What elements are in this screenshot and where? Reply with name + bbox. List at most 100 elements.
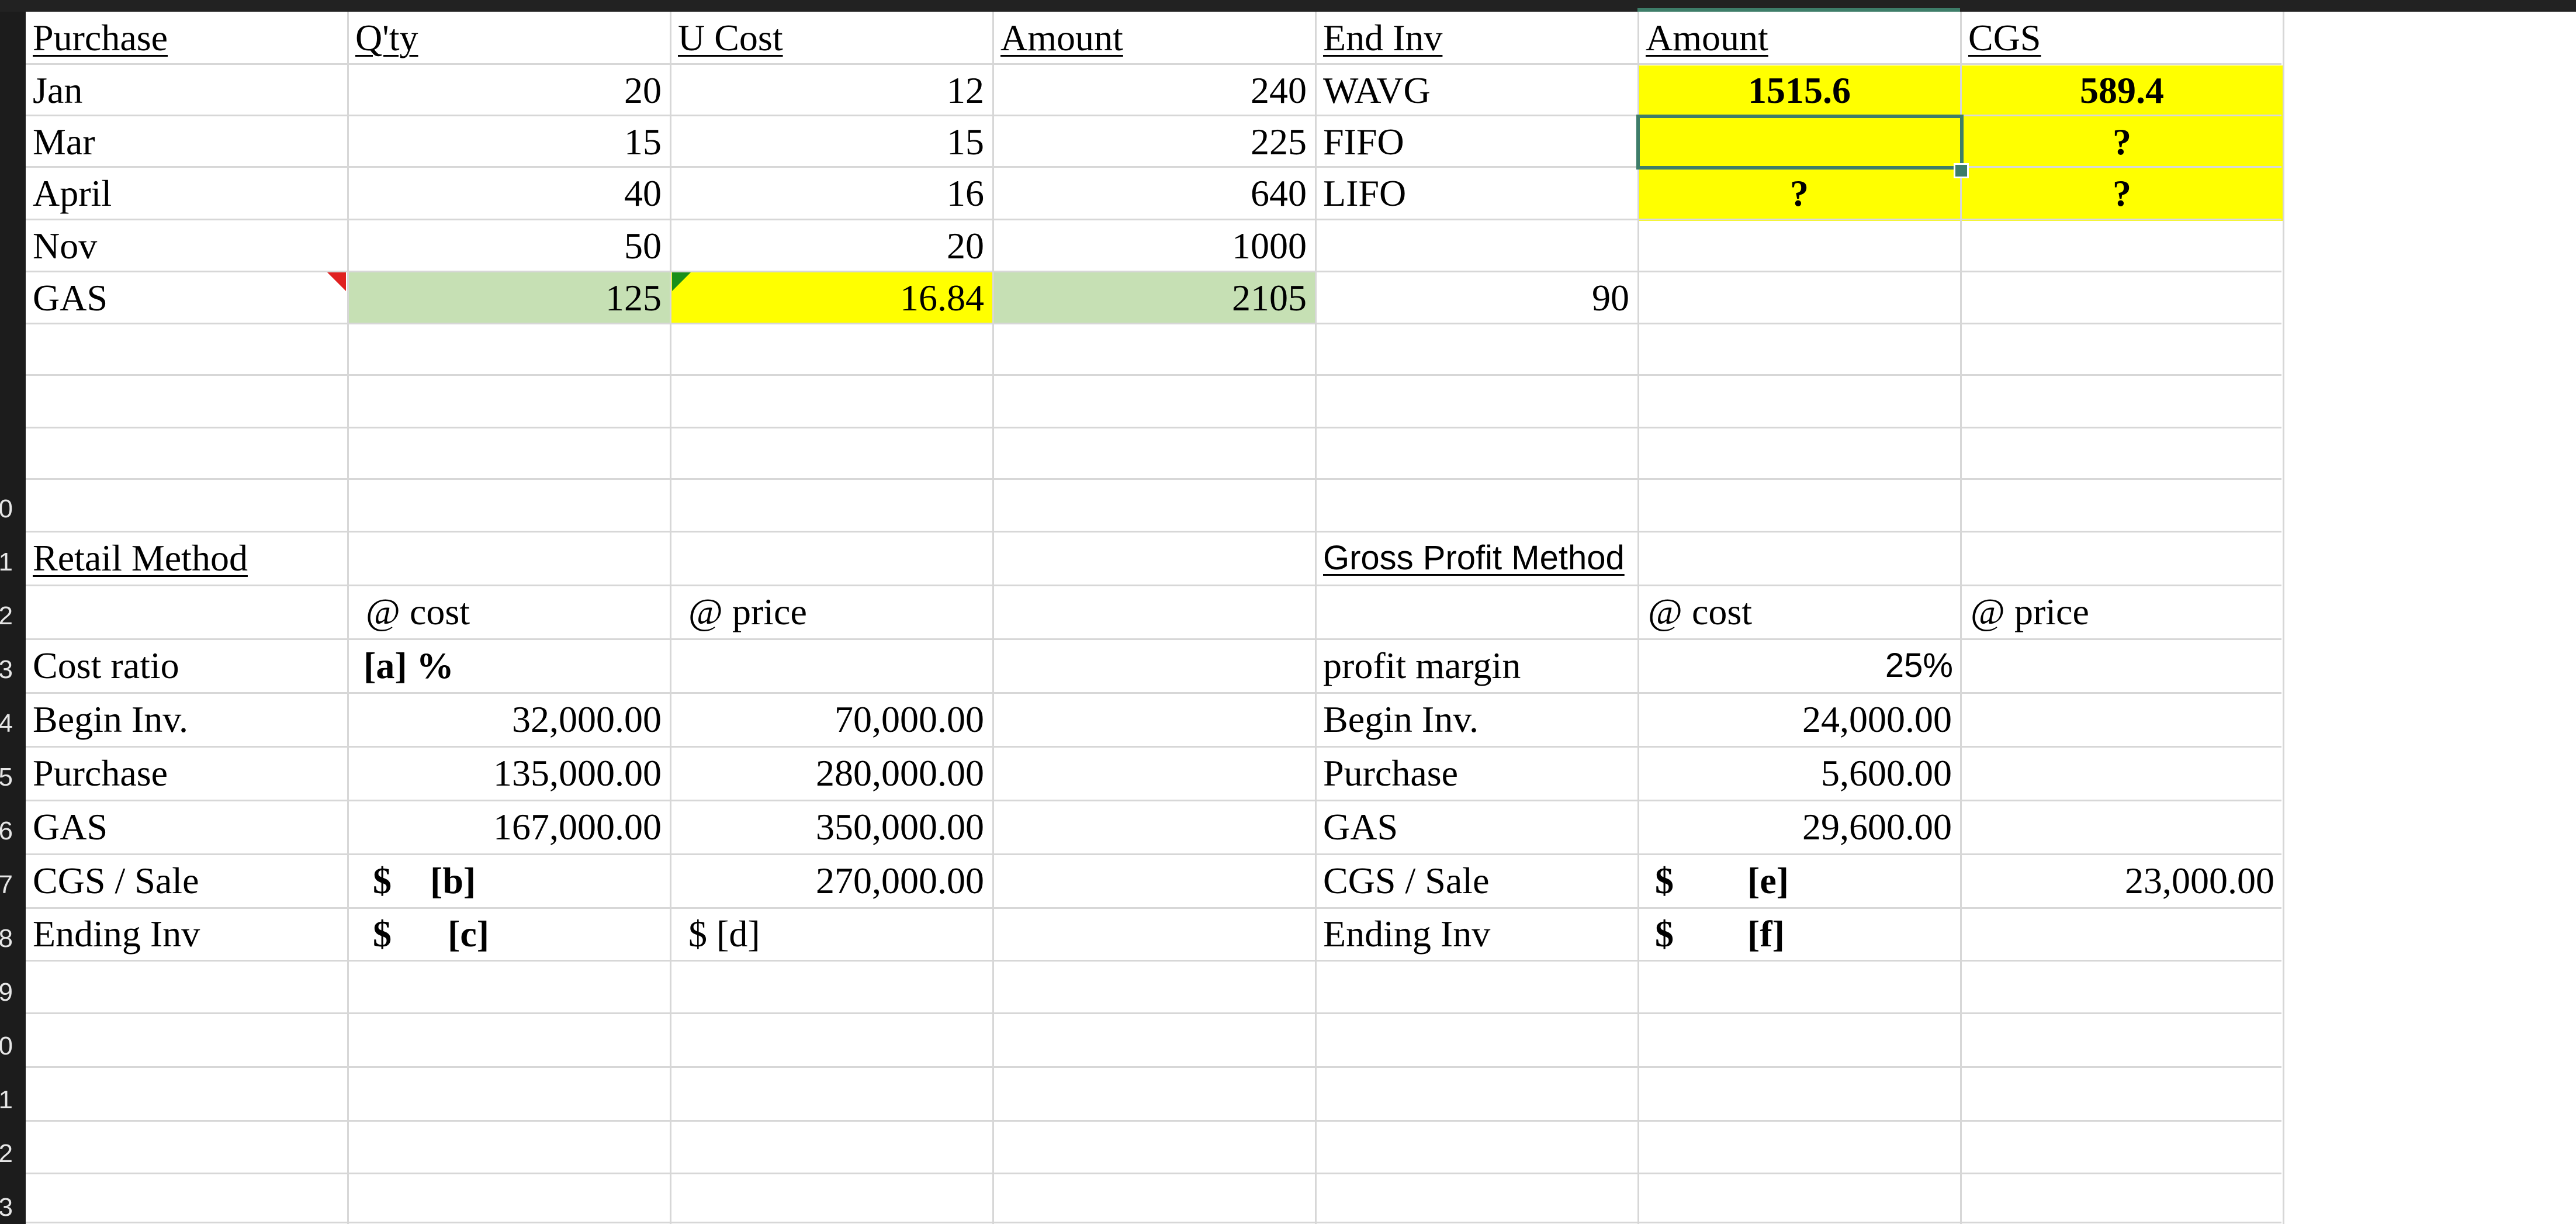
error-indicator-icon bbox=[672, 272, 691, 291]
retail-cgs-cost[interactable]: $ [b] bbox=[348, 856, 670, 906]
retail-ending-inv-price[interactable]: $ [d] bbox=[671, 909, 992, 959]
comment-indicator-icon bbox=[327, 272, 346, 291]
method-label-lifo[interactable]: LIFO bbox=[1316, 168, 1637, 219]
header-u-cost[interactable]: U Cost bbox=[671, 13, 992, 63]
gp-cgs-price[interactable]: 23,000.00 bbox=[1961, 856, 2283, 906]
qty-april[interactable]: 40 bbox=[348, 168, 670, 219]
gp-profit-margin[interactable]: 25% bbox=[1639, 641, 1960, 691]
retail-begin-inv-cost[interactable]: 32,000.00 bbox=[348, 694, 670, 745]
header-qty[interactable]: Q'ty bbox=[348, 13, 670, 63]
retail-method-title[interactable]: Retail Method bbox=[26, 533, 347, 583]
dollar-sign: $ bbox=[1655, 913, 1674, 955]
lifo-cgs[interactable]: ? bbox=[1961, 168, 2283, 219]
row-header-20[interactable]: 0 bbox=[0, 1019, 13, 1073]
purchase-label-gas[interactable]: GAS bbox=[26, 273, 347, 323]
column-header-bar bbox=[0, 0, 2576, 12]
purchase-label-nov[interactable]: Nov bbox=[26, 221, 347, 271]
amount-mar[interactable]: 225 bbox=[993, 117, 1315, 167]
dollar-sign: $ bbox=[373, 860, 392, 901]
fill-handle[interactable] bbox=[1954, 163, 1969, 178]
retail-cost-header[interactable]: @ cost bbox=[348, 587, 670, 637]
fifo-cgs[interactable]: ? bbox=[1961, 117, 2283, 167]
row-header-11[interactable]: 1 bbox=[0, 535, 13, 589]
gp-label-begin-inv[interactable]: Begin Inv. bbox=[1316, 694, 1637, 745]
retail-price-header[interactable]: @ price bbox=[671, 587, 992, 637]
retail-label-purchase[interactable]: Purchase bbox=[26, 748, 347, 798]
row-header-15[interactable]: 5 bbox=[0, 751, 13, 804]
row-header-21[interactable]: 1 bbox=[0, 1073, 13, 1127]
gp-label-ending-inv[interactable]: Ending Inv bbox=[1316, 909, 1637, 959]
gp-gas-cost[interactable]: 29,600.00 bbox=[1639, 802, 1960, 852]
method-label-wavg[interactable]: WAVG bbox=[1316, 65, 1637, 116]
retail-gas-cost[interactable]: 167,000.00 bbox=[348, 802, 670, 852]
row-header-10[interactable]: 0 bbox=[0, 482, 13, 536]
retail-cgs-price[interactable]: 270,000.00 bbox=[671, 856, 992, 906]
gp-cgs-cost[interactable]: $ [e] bbox=[1639, 856, 1960, 906]
lifo-amount[interactable]: ? bbox=[1639, 168, 1960, 219]
retail-purchase-cost[interactable]: 135,000.00 bbox=[348, 748, 670, 798]
row-header-19[interactable]: 9 bbox=[0, 966, 13, 1019]
active-cell-selection[interactable] bbox=[1636, 115, 1964, 170]
retail-ending-inv-cost[interactable]: $ [c] bbox=[348, 909, 670, 959]
ucost-gas[interactable]: 16.84 bbox=[671, 273, 992, 323]
header-amount[interactable]: Amount bbox=[993, 13, 1315, 63]
retail-label-gas[interactable]: GAS bbox=[26, 802, 347, 852]
ucost-mar[interactable]: 15 bbox=[671, 117, 992, 167]
placeholder-b: [b] bbox=[430, 860, 476, 901]
qty-nov[interactable]: 50 bbox=[348, 221, 670, 271]
end-inv-qty[interactable]: 90 bbox=[1316, 273, 1637, 323]
amount-april[interactable]: 640 bbox=[993, 168, 1315, 219]
row-header-23[interactable]: 3 bbox=[0, 1181, 13, 1224]
gp-purchase-cost[interactable]: 5,600.00 bbox=[1639, 748, 1960, 798]
dollar-sign: $ bbox=[373, 913, 392, 955]
retail-cost-ratio[interactable]: [a] % bbox=[348, 641, 670, 691]
placeholder-f: [f] bbox=[1747, 913, 1785, 955]
row-header-22[interactable]: 2 bbox=[0, 1127, 13, 1181]
retail-label-ending-inv[interactable]: Ending Inv bbox=[26, 909, 347, 959]
retail-label-cost-ratio[interactable]: Cost ratio bbox=[26, 641, 347, 691]
amount-nov[interactable]: 1000 bbox=[993, 221, 1315, 271]
qty-mar[interactable]: 15 bbox=[348, 117, 670, 167]
purchase-label-mar[interactable]: Mar bbox=[26, 117, 347, 167]
retail-gas-price[interactable]: 350,000.00 bbox=[671, 802, 992, 852]
wavg-cgs[interactable]: 589.4 bbox=[1961, 65, 2283, 116]
ucost-jan[interactable]: 12 bbox=[671, 65, 992, 116]
row-header-12[interactable]: 2 bbox=[0, 589, 13, 643]
wavg-amount[interactable]: 1515.6 bbox=[1639, 65, 1960, 116]
gp-label-gas[interactable]: GAS bbox=[1316, 802, 1637, 852]
gp-label-profit-margin[interactable]: profit margin bbox=[1316, 641, 1637, 691]
row-headers[interactable]: 0 1 2 3 4 5 6 7 8 9 0 1 2 3 bbox=[0, 12, 26, 1224]
header-end-inv[interactable]: End Inv bbox=[1316, 13, 1637, 63]
gp-cost-header[interactable]: @ cost bbox=[1639, 587, 1960, 637]
qty-jan[interactable]: 20 bbox=[348, 65, 670, 116]
header-amount-2[interactable]: Amount bbox=[1639, 13, 1960, 63]
amount-jan[interactable]: 240 bbox=[993, 65, 1315, 116]
row-header-18[interactable]: 8 bbox=[0, 912, 13, 966]
method-label-fifo[interactable]: FIFO bbox=[1316, 117, 1637, 167]
header-cgs[interactable]: CGS bbox=[1961, 13, 2283, 63]
spreadsheet-grid[interactable]: Purchase Q'ty U Cost Amount End Inv Amou… bbox=[26, 12, 2576, 1224]
placeholder-c: [c] bbox=[448, 913, 490, 955]
dollar-sign: $ bbox=[1655, 860, 1674, 901]
qty-gas[interactable]: 125 bbox=[348, 273, 670, 323]
gp-label-cgs-sale[interactable]: CGS / Sale bbox=[1316, 856, 1637, 906]
purchase-label-april[interactable]: April bbox=[26, 168, 347, 219]
row-header-16[interactable]: 6 bbox=[0, 804, 13, 858]
gp-ending-inv-cost[interactable]: $ [f] bbox=[1639, 909, 1960, 959]
gp-begin-inv-cost[interactable]: 24,000.00 bbox=[1639, 694, 1960, 745]
ucost-april[interactable]: 16 bbox=[671, 168, 992, 219]
retail-purchase-price[interactable]: 280,000.00 bbox=[671, 748, 992, 798]
gp-label-purchase[interactable]: Purchase bbox=[1316, 748, 1637, 798]
row-header-17[interactable]: 7 bbox=[0, 858, 13, 912]
gp-price-header[interactable]: @ price bbox=[1961, 587, 2283, 637]
row-header-13[interactable]: 3 bbox=[0, 643, 13, 697]
header-purchase[interactable]: Purchase bbox=[26, 13, 347, 63]
row-header-14[interactable]: 4 bbox=[0, 697, 13, 751]
retail-label-cgs-sale[interactable]: CGS / Sale bbox=[26, 856, 347, 906]
amount-gas[interactable]: 2105 bbox=[993, 273, 1315, 323]
purchase-label-jan[interactable]: Jan bbox=[26, 65, 347, 116]
gross-profit-method-title[interactable]: Gross Profit Method bbox=[1316, 533, 1637, 583]
retail-begin-inv-price[interactable]: 70,000.00 bbox=[671, 694, 992, 745]
retail-label-begin-inv[interactable]: Begin Inv. bbox=[26, 694, 347, 745]
ucost-nov[interactable]: 20 bbox=[671, 221, 992, 271]
